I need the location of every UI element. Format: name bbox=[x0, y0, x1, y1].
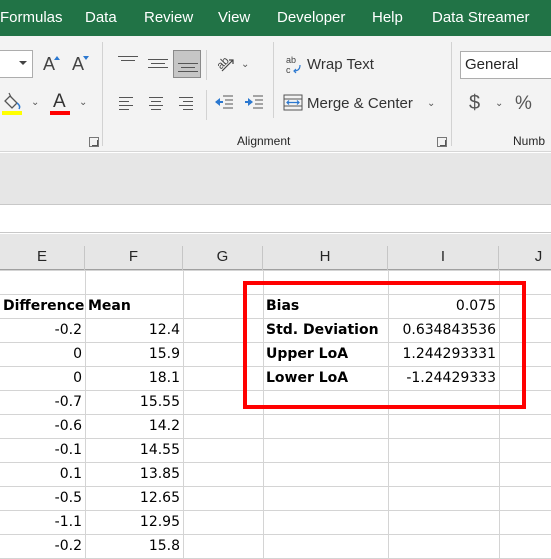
group-separator bbox=[451, 42, 452, 146]
text-orientation-icon: ab bbox=[215, 55, 234, 72]
cell-mean[interactable]: 14.55 bbox=[85, 438, 183, 462]
group-separator bbox=[102, 42, 103, 146]
column-header-f[interactable]: F bbox=[85, 246, 183, 270]
currency-format-button[interactable]: $ bbox=[469, 92, 480, 115]
number-format-value: General bbox=[465, 56, 519, 73]
column-gridline bbox=[183, 270, 184, 559]
column-header-h[interactable]: H bbox=[263, 246, 388, 270]
column-headers: E F G H I J bbox=[0, 234, 551, 270]
increase-indent-icon bbox=[245, 95, 263, 109]
cell-mean[interactable]: 14.2 bbox=[85, 414, 183, 438]
tab-developer[interactable]: Developer bbox=[277, 9, 345, 26]
wrap-text-button[interactable]: ab c Wrap Text bbox=[284, 52, 384, 76]
top-align-button[interactable] bbox=[118, 56, 138, 68]
font-color-swatch bbox=[50, 111, 70, 115]
alignment-dialog-launcher-icon[interactable] bbox=[437, 137, 447, 147]
ribbon-tab-bar: Formulas Data Review View Developer Help… bbox=[0, 0, 551, 36]
cell-mean[interactable]: 15.9 bbox=[85, 342, 183, 366]
number-group-label: Numb bbox=[513, 134, 546, 148]
align-center-button[interactable] bbox=[149, 97, 163, 113]
cell-mean[interactable]: 18.1 bbox=[85, 366, 183, 390]
tab-review[interactable]: Review bbox=[144, 9, 193, 26]
cell-difference[interactable]: -0.2 bbox=[0, 318, 85, 342]
chevron-down-icon[interactable]: ⌄ bbox=[495, 98, 503, 109]
merge-center-icon bbox=[283, 94, 303, 111]
bottom-align-button[interactable] bbox=[173, 50, 201, 78]
percent-format-button[interactable]: % bbox=[515, 93, 532, 115]
merge-center-label: Merge & Center bbox=[307, 95, 413, 112]
header-mean[interactable]: Mean bbox=[85, 294, 183, 318]
chevron-down-icon[interactable]: ⌄ bbox=[427, 98, 435, 109]
tab-view[interactable]: View bbox=[218, 9, 250, 26]
increase-font-size-button[interactable]: A bbox=[42, 54, 60, 76]
tab-formulas[interactable]: Formulas bbox=[0, 9, 63, 26]
decrease-font-size-button[interactable]: A bbox=[71, 54, 89, 76]
cell-mean[interactable]: 15.55 bbox=[85, 390, 183, 414]
svg-text:c: c bbox=[286, 65, 291, 75]
column-header-e[interactable]: E bbox=[0, 246, 85, 270]
merge-center-button[interactable]: Merge & Center bbox=[283, 91, 433, 115]
number-format-dropdown[interactable]: General bbox=[460, 51, 551, 79]
highlight-box bbox=[243, 281, 526, 409]
cell-difference[interactable]: 0.1 bbox=[0, 462, 85, 486]
group-separator bbox=[273, 42, 274, 118]
decrease-indent-button[interactable] bbox=[214, 94, 234, 112]
caret-up-icon bbox=[54, 56, 60, 60]
align-left-button[interactable] bbox=[119, 97, 133, 113]
cell-difference[interactable]: -0.1 bbox=[0, 438, 85, 462]
tab-data[interactable]: Data bbox=[85, 9, 117, 26]
cell-mean[interactable]: 12.4 bbox=[85, 318, 183, 342]
decrease-indent-icon bbox=[215, 95, 233, 109]
font-size-dropdown[interactable] bbox=[0, 50, 33, 78]
fill-color-swatch bbox=[2, 111, 22, 115]
caret-down-icon bbox=[83, 56, 89, 60]
header-difference[interactable]: Difference bbox=[0, 294, 85, 318]
tab-data-streamer[interactable]: Data Streamer bbox=[432, 9, 530, 26]
formula-bar[interactable] bbox=[0, 206, 551, 233]
font-dialog-launcher-icon[interactable] bbox=[89, 137, 99, 147]
column-header-g[interactable]: G bbox=[183, 246, 263, 270]
row-gridline bbox=[0, 270, 551, 271]
group-separator bbox=[206, 90, 207, 120]
cell-difference[interactable]: -0.5 bbox=[0, 486, 85, 510]
chevron-down-icon bbox=[19, 61, 27, 65]
fill-color-button[interactable] bbox=[2, 92, 24, 116]
orientation-button[interactable]: ab bbox=[214, 52, 236, 76]
svg-text:ab: ab bbox=[286, 55, 296, 65]
cell-mean[interactable]: 12.65 bbox=[85, 486, 183, 510]
cell-difference[interactable]: -0.6 bbox=[0, 414, 85, 438]
wrap-text-label: Wrap Text bbox=[307, 56, 374, 73]
alignment-group-label: Alignment bbox=[237, 134, 291, 148]
cell-difference[interactable]: 0 bbox=[0, 342, 85, 366]
font-color-icon: A bbox=[53, 91, 66, 112]
cell-difference[interactable]: 0 bbox=[0, 366, 85, 390]
wrap-text-icon: ab c bbox=[286, 55, 301, 75]
cell-mean[interactable]: 13.85 bbox=[85, 462, 183, 486]
cell-mean[interactable]: 15.8 bbox=[85, 534, 183, 558]
cell-difference[interactable]: -0.7 bbox=[0, 390, 85, 414]
cell-mean[interactable]: 12.95 bbox=[85, 510, 183, 534]
font-color-button[interactable]: A bbox=[50, 91, 72, 116]
tab-help[interactable]: Help bbox=[372, 9, 403, 26]
ribbon: A A ⌄ A ⌄ ab ⌄ ab c Wrap Text Merge & Ce… bbox=[0, 36, 551, 152]
align-right-button[interactable] bbox=[179, 97, 193, 113]
cell-difference[interactable]: -0.2 bbox=[0, 534, 85, 558]
ribbon-collapsed-area bbox=[0, 153, 551, 205]
cell-difference[interactable]: -1.1 bbox=[0, 510, 85, 534]
column-header-i[interactable]: I bbox=[388, 246, 499, 270]
chevron-down-icon[interactable]: ⌄ bbox=[31, 97, 39, 108]
group-separator bbox=[206, 50, 207, 80]
increase-indent-button[interactable] bbox=[244, 94, 264, 112]
middle-align-button[interactable] bbox=[148, 59, 168, 71]
chevron-down-icon[interactable]: ⌄ bbox=[79, 97, 87, 108]
chevron-down-icon[interactable]: ⌄ bbox=[241, 59, 249, 70]
column-header-j[interactable]: J bbox=[499, 246, 551, 270]
